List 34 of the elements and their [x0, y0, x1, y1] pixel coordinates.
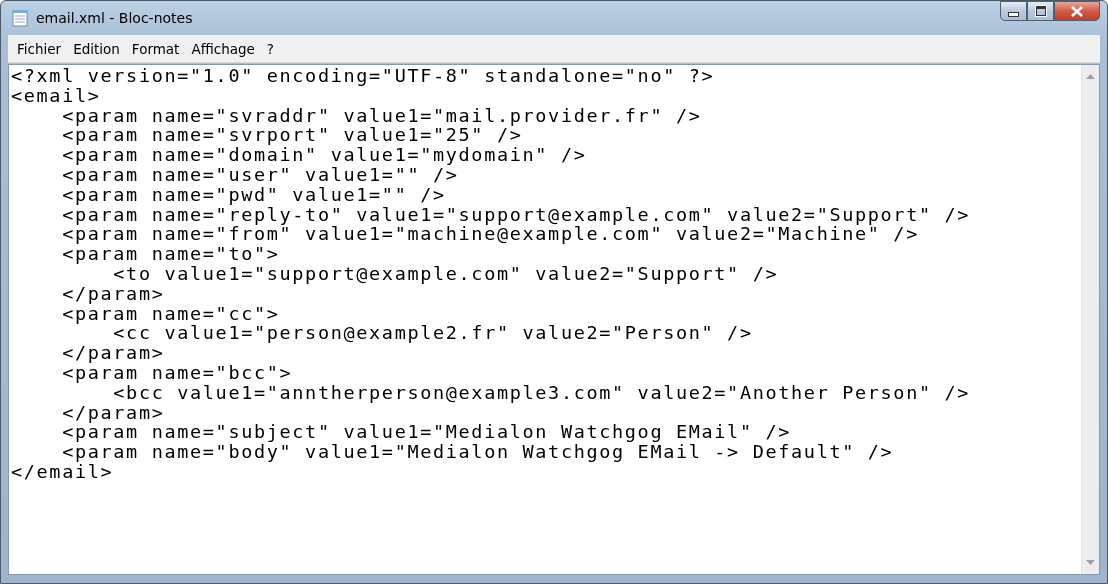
close-icon	[1071, 5, 1083, 17]
code-line: <bcc value1="anntherperson@example3.com" value2="Another Person" />	[113, 382, 971, 403]
code-line: <cc value1="person@example2.fr" value2="Person" />	[113, 323, 753, 344]
menu-item[interactable]: Edition	[67, 40, 126, 57]
code-line: <email>	[11, 85, 101, 106]
code-line: <param name="pwd" value1="" />	[61, 184, 446, 205]
code-line: </email>	[11, 461, 114, 482]
code-line: <param name="svrport" value1="25" />	[61, 125, 523, 146]
window-title: email.xml - Bloc-notes	[36, 10, 193, 26]
code-line: <param name="svraddr" value1="mail.provider.fr" />	[61, 105, 702, 126]
code-line: </param>	[61, 402, 165, 423]
code-line: <param name="to">	[61, 244, 280, 264]
code-line: <param name="body" value1="Medialon Watchgog EMail -> Default" />	[61, 442, 894, 462]
menu-item[interactable]: Affichage	[185, 40, 261, 57]
code-line: </param>	[61, 283, 165, 304]
code-line: <param name="from" value1="machine@example.com" value2="Machine" />	[61, 224, 919, 245]
minimize-icon	[1008, 11, 1019, 17]
menu-item[interactable]: Fichier	[11, 40, 68, 57]
menu-item[interactable]: Format	[125, 40, 186, 57]
code-line: <?xml version="1.0" encoding="UTF-8" standalone="no" ?>	[11, 66, 715, 86]
code-line: <param name="bcc">	[61, 362, 293, 383]
code-line: <param name="user" value1="" />	[61, 165, 459, 185]
maximize-button[interactable]	[1027, 1, 1054, 21]
notepad-icon	[12, 9, 28, 27]
maximize-icon	[1035, 6, 1046, 16]
code-line: <param name="cc">	[61, 303, 280, 324]
close-button[interactable]	[1054, 1, 1100, 21]
menu-item[interactable]: ?	[260, 40, 280, 57]
code-line: <param name="subject" value1="Medialon Watchgog EMail" />	[61, 422, 792, 443]
code-line: <param name="reply-to" value1="support@example.com" value2="Support" />	[61, 204, 971, 225]
code-line: <to value1="support@example.com" value2="Support" />	[113, 263, 779, 284]
code-line: <param name="domain" value1="mydomain" />	[61, 145, 587, 165]
minimize-button[interactable]	[1000, 1, 1027, 21]
code-line: </param>	[61, 343, 165, 363]
